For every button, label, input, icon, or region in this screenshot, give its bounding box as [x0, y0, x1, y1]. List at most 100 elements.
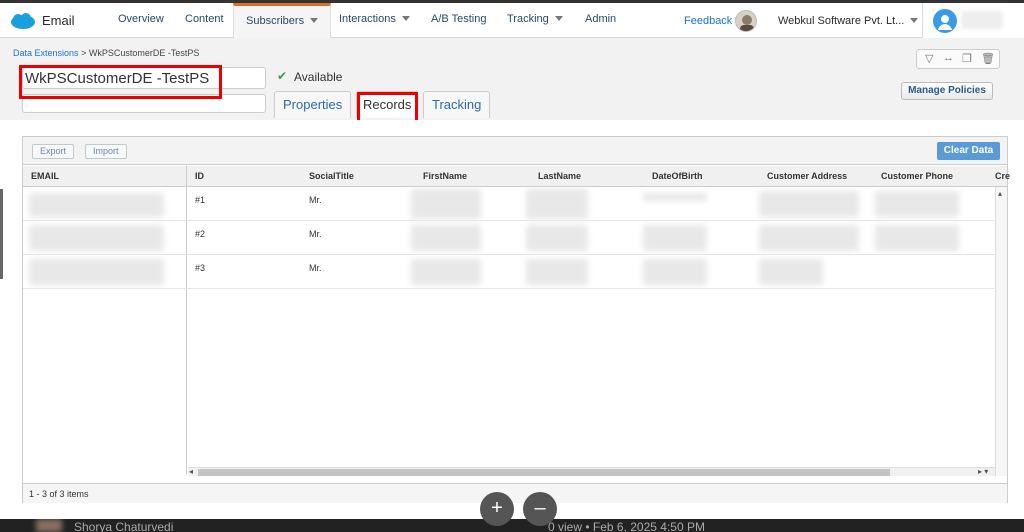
firstname-cell-blurred — [411, 259, 481, 285]
nav-subscribers-label: Subscribers — [246, 15, 305, 27]
nav-content-label: Content — [185, 13, 224, 25]
chevron-down-icon — [310, 18, 319, 23]
viewer-bottom-bar: Shorya Chaturvedi 0 view • Feb 6, 2025 4… — [0, 519, 1024, 532]
tab-tracking-label: Tracking — [432, 97, 482, 112]
email-cell-blurred — [29, 225, 164, 251]
id-cell: #2 — [195, 229, 206, 239]
nav-ab-testing[interactable]: A/B Testing — [431, 3, 486, 38]
toolbar-icons: ▽ ↔ ❐ 🗑 — [916, 49, 1000, 69]
user-menu[interactable] — [922, 3, 1024, 38]
items-count: 1 - 3 of 3 items — [29, 489, 89, 499]
chevron-down-icon — [910, 18, 919, 23]
address-cell-blurred — [759, 259, 823, 285]
annotation-highlight-records — [357, 92, 418, 123]
column-header-customer-address[interactable]: Customer Address — [767, 171, 847, 181]
salesforce-cloud-icon[interactable] — [10, 12, 36, 30]
dob-cell-blurred — [643, 225, 707, 251]
email-cell-blurred — [29, 193, 164, 217]
nav-overview[interactable]: Overview — [118, 3, 164, 38]
breadcrumb-current: WkPSCustomerDE -TestPS — [88, 48, 200, 58]
chevron-down-icon — [554, 16, 563, 21]
records-grid-panel: Export Import Clear Data EMAIL ID Social… — [22, 136, 1010, 503]
trash-icon[interactable]: 🗑 — [981, 52, 995, 65]
nav-interactions[interactable]: Interactions — [339, 3, 410, 38]
column-header-socialtitle[interactable]: SocialTitle — [309, 171, 354, 181]
page-edge-handle — [0, 189, 3, 279]
tab-properties[interactable]: Properties — [274, 91, 352, 118]
chevron-down-icon — [401, 16, 410, 21]
vertical-scrollbar[interactable]: ▴ — [995, 187, 1007, 476]
nav-admin-label: Admin — [585, 13, 617, 25]
records-content: Export Import Clear Data EMAIL ID Social… — [0, 120, 1024, 532]
org-switcher[interactable]: Webkul Software Pvt. Lt... — [778, 15, 919, 27]
top-nav-bar: Email Overview Content Subscribers Inter… — [0, 0, 1024, 38]
breadcrumb: Data Extensions > WkPSCustomerDE -TestPS — [13, 48, 199, 58]
app-name[interactable]: Email — [42, 13, 75, 28]
zoom-out-button[interactable]: – — [523, 492, 557, 526]
nav-tracking-label: Tracking — [507, 13, 549, 25]
breadcrumb-data-extensions[interactable]: Data Extensions — [13, 48, 79, 58]
tab-properties-label: Properties — [283, 97, 343, 112]
horizontal-scrollbar[interactable]: ◂ ▸ ▾ — [188, 467, 995, 476]
scroll-right-icon[interactable]: ▸ ▾ — [978, 467, 988, 476]
check-icon: ✔ — [277, 69, 288, 83]
firstname-cell-blurred — [411, 189, 481, 219]
zoom-in-button[interactable]: + — [480, 492, 514, 526]
import-button[interactable]: Import — [85, 144, 127, 159]
socialtitle-cell: Mr. — [309, 195, 322, 205]
nav-subscribers[interactable]: Subscribers — [233, 3, 332, 38]
nav-content[interactable]: Content — [185, 3, 224, 38]
feedback-link[interactable]: Feedback — [684, 15, 732, 27]
annotation-highlight-name — [19, 65, 222, 99]
horizontal-scroll-thumb[interactable] — [198, 469, 890, 476]
nav-tracking[interactable]: Tracking — [507, 3, 563, 38]
nav-ab-testing-label: A/B Testing — [431, 13, 487, 25]
avatar[interactable] — [735, 10, 757, 32]
column-header-customer-phone[interactable]: Customer Phone — [881, 171, 953, 181]
export-button[interactable]: Export — [32, 144, 75, 159]
nav-interactions-label: Interactions — [339, 13, 396, 25]
filter-icon[interactable]: ▽ — [925, 52, 933, 65]
dob-cell-blurred — [643, 259, 707, 285]
column-header-dateofbirth[interactable]: DateOfBirth — [652, 171, 703, 181]
socialtitle-cell: Mr. — [309, 229, 322, 239]
scroll-left-icon[interactable]: ◂ — [189, 467, 193, 476]
socialtitle-cell: Mr. — [309, 263, 322, 273]
nav-admin[interactable]: Admin — [585, 3, 616, 38]
table-row[interactable]: #2 Mr. — [23, 221, 1007, 255]
bottom-user-name: Shorya Chaturvedi — [74, 520, 174, 532]
breadcrumb-separator: > — [81, 48, 87, 58]
resize-icon[interactable]: ↔ — [943, 52, 954, 64]
id-cell: #3 — [195, 263, 206, 273]
email-cell-blurred — [29, 259, 164, 285]
manage-policies-button[interactable]: Manage Policies — [901, 82, 993, 100]
nav-overview-label: Overview — [118, 13, 164, 25]
copy-icon[interactable]: ❐ — [962, 52, 972, 65]
bottom-meta: 0 view • Feb 6, 2025 4:50 PM — [548, 520, 705, 532]
column-header-created[interactable]: Cre — [995, 171, 1010, 181]
phone-cell-blurred — [875, 225, 959, 251]
lastname-cell-blurred — [526, 189, 588, 219]
firstname-cell-blurred — [411, 225, 481, 251]
column-header-id[interactable]: ID — [195, 171, 204, 181]
address-cell-blurred — [759, 225, 859, 251]
lastname-cell-blurred — [526, 259, 588, 285]
dob-cell-blurred — [643, 193, 707, 201]
table-row[interactable]: #3 Mr. — [23, 255, 1007, 289]
column-header-lastname[interactable]: LastName — [538, 171, 581, 181]
avatar — [36, 519, 62, 532]
data-extension-header: Data Extensions > WkPSCustomerDE -TestPS… — [0, 38, 1024, 123]
status-text: Available — [294, 70, 343, 84]
column-header-firstname[interactable]: FirstName — [423, 171, 467, 181]
user-avatar-icon — [933, 9, 957, 33]
table-row[interactable]: #1 Mr. — [23, 187, 1007, 221]
lastname-cell-blurred — [526, 225, 588, 251]
scroll-up-icon[interactable]: ▴ — [998, 189, 1002, 198]
id-cell: #1 — [195, 195, 206, 205]
grid-footer: 1 - 3 of 3 items — [23, 483, 1007, 503]
phone-cell-blurred — [875, 191, 959, 217]
clear-data-button[interactable]: Clear Data — [937, 142, 1000, 160]
grid-toolbar: Export Import Clear Data — [23, 137, 1007, 165]
tab-tracking[interactable]: Tracking — [423, 91, 491, 118]
address-cell-blurred — [759, 191, 859, 217]
